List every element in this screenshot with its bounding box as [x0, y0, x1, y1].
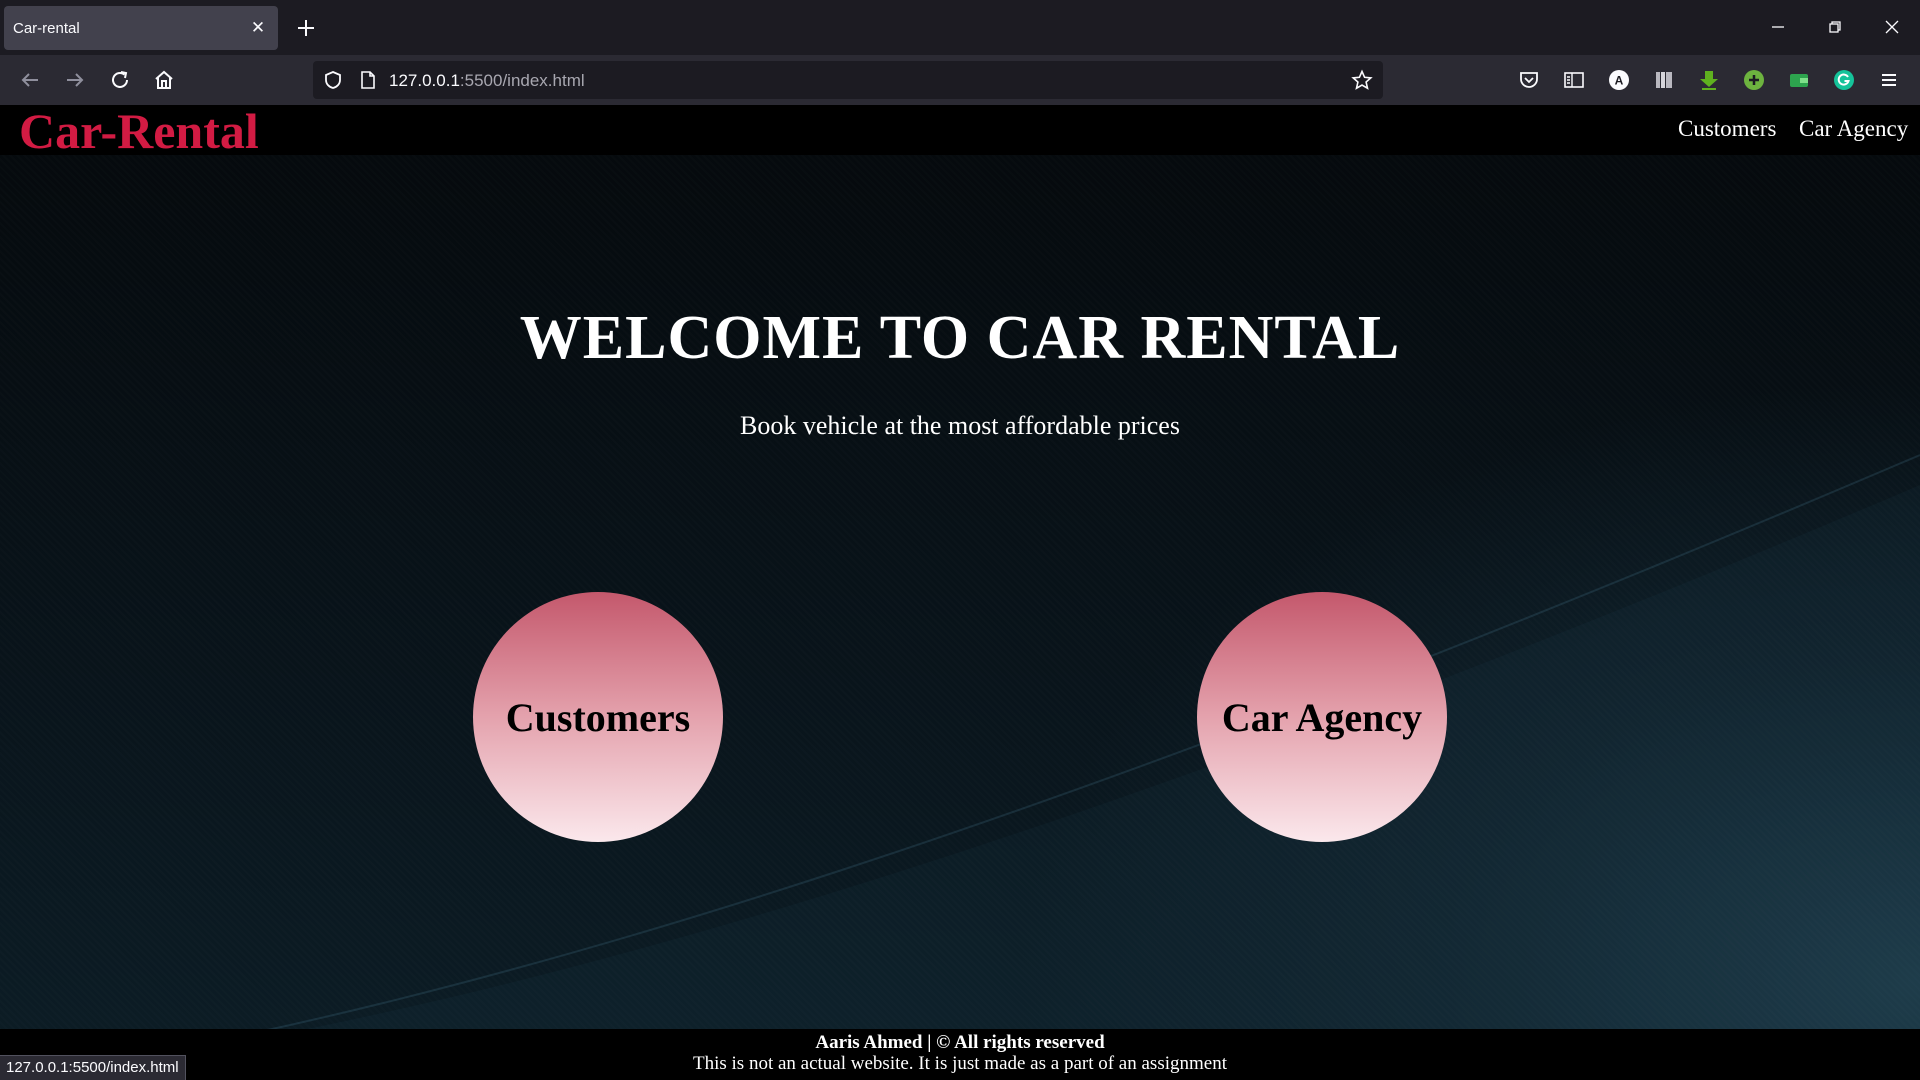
library-icon[interactable] — [1652, 68, 1676, 92]
new-tab-icon[interactable] — [292, 14, 320, 42]
footer-copyright: Aaris Ahmed | © All rights reserved — [815, 1032, 1105, 1053]
car-agency-button-label: Car Agency — [1221, 694, 1423, 740]
nav-link-customers[interactable]: Customers — [1678, 116, 1776, 142]
site-header: Car-Rental Customers Car Agency — [0, 105, 1920, 157]
url-path: :5500/index.html — [459, 71, 585, 90]
grammarly-icon[interactable] — [1832, 68, 1856, 92]
wallet-extension-icon[interactable] — [1787, 68, 1811, 92]
status-bar-url: 127.0.0.1:5500/index.html — [0, 1055, 186, 1080]
background-swoosh — [0, 454, 1920, 1080]
hero-title: WELCOME TO CAR RENTAL — [519, 304, 1401, 372]
menu-icon[interactable] — [1877, 68, 1901, 92]
back-icon[interactable] — [16, 66, 44, 94]
browser-tab-bar: Car-rental ✕ — [0, 0, 1920, 55]
shield-icon[interactable] — [322, 69, 344, 91]
page-content: Car-Rental Customers Car Agency WELCOME … — [0, 105, 1920, 1080]
customers-button-label: Customers — [505, 694, 691, 740]
tab-close-icon[interactable]: ✕ — [248, 18, 268, 38]
url-text[interactable]: 127.0.0.1:5500/index.html — [389, 71, 585, 91]
bookmark-star-icon[interactable] — [1351, 69, 1373, 91]
site-logo[interactable]: Car-Rental — [19, 105, 259, 157]
browser-tab[interactable]: Car-rental ✕ — [4, 6, 278, 50]
address-bar[interactable]: 127.0.0.1:5500/index.html — [313, 61, 1383, 99]
close-window-icon[interactable] — [1877, 12, 1907, 42]
minimize-icon[interactable] — [1763, 12, 1793, 42]
customers-button[interactable]: Customers — [473, 592, 723, 842]
forward-icon[interactable] — [61, 66, 89, 94]
hero-subtitle: Book vehicle at the most affordable pric… — [740, 411, 1180, 440]
car-agency-button[interactable]: Car Agency — [1197, 592, 1447, 842]
svg-text:A: A — [1615, 74, 1624, 88]
restore-icon[interactable] — [1820, 12, 1850, 42]
home-icon[interactable] — [150, 66, 178, 94]
reload-icon[interactable] — [106, 66, 134, 94]
page-icon[interactable] — [357, 69, 379, 91]
tab-title: Car-rental — [13, 19, 80, 37]
pocket-icon[interactable] — [1517, 68, 1541, 92]
download-extension-icon[interactable] — [1697, 68, 1721, 92]
account-icon[interactable]: A — [1607, 68, 1631, 92]
footer-disclaimer: This is not an actual website. It is jus… — [693, 1053, 1227, 1074]
add-extension-icon[interactable] — [1742, 68, 1766, 92]
site-footer: Aaris Ahmed | © All rights reserved This… — [0, 1029, 1920, 1080]
reader-view-icon[interactable] — [1562, 68, 1586, 92]
browser-toolbar: 127.0.0.1:5500/index.html A — [0, 55, 1920, 105]
url-host: 127.0.0.1 — [389, 71, 460, 90]
nav-link-car-agency[interactable]: Car Agency — [1799, 116, 1908, 142]
